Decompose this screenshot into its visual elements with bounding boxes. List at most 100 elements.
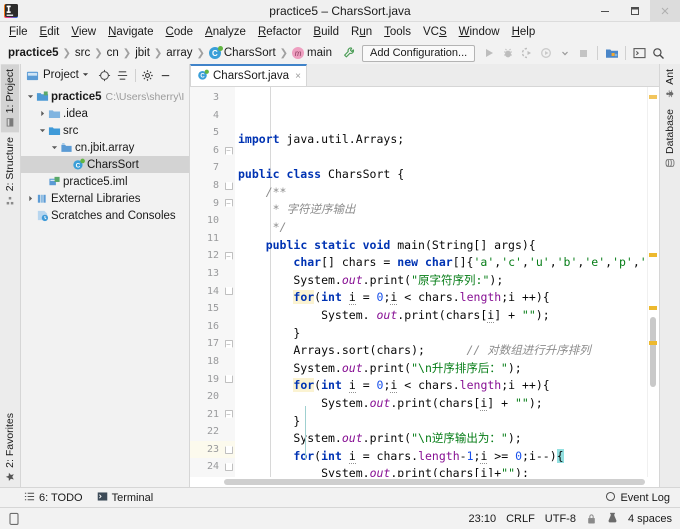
breadcrumb-src[interactable]: src (75, 47, 90, 59)
tree-row-iml[interactable]: practice5.iml (21, 173, 189, 190)
menu-help[interactable]: Help (506, 24, 542, 40)
marker-stripe[interactable] (647, 87, 659, 477)
tree-row-src[interactable]: src (21, 122, 189, 139)
fold-collapse-icon[interactable]: – (224, 252, 233, 261)
horizontal-scrollbar[interactable] (190, 477, 659, 487)
line-separator[interactable]: CRLF (506, 513, 535, 525)
stripe-marker[interactable] (649, 253, 657, 258)
code-line[interactable]: char[] chars = new char[]{'a','c','u','b… (235, 254, 647, 272)
close-icon[interactable]: × (295, 71, 301, 82)
build-wrench-icon[interactable] (342, 46, 356, 60)
fold-end-icon[interactable] (224, 287, 233, 296)
breadcrumb-cn[interactable]: cn (107, 47, 119, 59)
menu-view[interactable]: View (65, 24, 102, 40)
menu-refactor[interactable]: Refactor (252, 24, 307, 40)
fold-end-icon[interactable] (224, 463, 233, 472)
code-line[interactable]: } (235, 413, 647, 431)
fold-end-icon[interactable] (224, 445, 233, 454)
tree-row-package[interactable]: cn.jbit.array (21, 139, 189, 156)
breadcrumb-array[interactable]: array (166, 47, 192, 59)
minimize-button[interactable] (590, 0, 620, 21)
editor-tab-charssort[interactable]: C CharsSort.java × (190, 64, 307, 86)
fold-end-icon[interactable] (224, 181, 233, 190)
code-line[interactable]: public class CharsSort { (235, 166, 647, 184)
code-line[interactable]: import java.util.Arrays; (235, 131, 647, 149)
code-editor[interactable]: 3456789101112131415161718192021222324252… (190, 87, 659, 477)
fold-collapse-icon[interactable]: – (224, 146, 233, 155)
tree-row-scratches[interactable]: Scratches and Consoles (21, 207, 189, 224)
code-line[interactable]: System. out.print(chars[i] + ""); (235, 307, 647, 325)
menu-tools[interactable]: Tools (378, 24, 417, 40)
sidebar-tab-favorites[interactable]: 2: Favorites (1, 408, 19, 487)
run-icon[interactable] (480, 45, 497, 62)
code-line[interactable] (235, 149, 647, 167)
event-log-button[interactable]: Event Log (605, 491, 680, 505)
code-line[interactable]: System.out.print("\n升序排序后："); (235, 360, 647, 378)
menu-edit[interactable]: Edit (34, 24, 66, 40)
add-configuration-button[interactable]: Add Configuration... (361, 44, 476, 62)
chevron-down-icon[interactable] (37, 127, 48, 134)
breadcrumb-practice5[interactable]: practice5 (8, 47, 59, 59)
breadcrumb-charssort[interactable]: C CharsSort (208, 46, 276, 59)
stop-icon[interactable] (575, 45, 592, 62)
chevron-down-icon[interactable] (25, 93, 36, 100)
fold-gutter[interactable]: – – – – – (222, 87, 235, 477)
toolwindow-todo[interactable]: 6: TODO (24, 491, 83, 505)
close-button[interactable] (650, 0, 680, 21)
code-line[interactable]: for(int i = 0;i < chars.length;i ++){ (235, 289, 647, 307)
run-with-coverage-icon[interactable] (518, 45, 535, 62)
file-encoding[interactable]: UTF-8 (545, 513, 576, 525)
tree-row-practice5[interactable]: practice5 C:\Users\sherry\I (21, 88, 189, 105)
code-line[interactable]: System.out.print("原字符序列:"); (235, 272, 647, 290)
terminal-icon[interactable] (631, 45, 648, 62)
tree-row-external-libraries[interactable]: External Libraries (21, 190, 189, 207)
stripe-marker[interactable] (649, 341, 657, 346)
code-line[interactable]: System.out.print(chars[i]+""); (235, 465, 647, 477)
menu-analyze[interactable]: Analyze (199, 24, 252, 40)
menu-vcs[interactable]: VCS (417, 24, 453, 40)
fold-collapse-icon[interactable]: – (224, 410, 233, 419)
sidebar-tab-project[interactable]: 1: Project (1, 64, 19, 133)
search-icon[interactable] (650, 45, 667, 62)
code-line[interactable]: } (235, 325, 647, 343)
collapse-all-icon[interactable] (115, 67, 131, 83)
menu-window[interactable]: Window (453, 24, 506, 40)
locate-icon[interactable] (97, 67, 113, 83)
sidebar-tab-ant[interactable]: Ant (661, 64, 679, 104)
toolwindow-terminal[interactable]: Terminal (97, 491, 153, 505)
project-panel-title[interactable]: Project (24, 67, 89, 83)
code-line[interactable]: System.out.print(chars[i] + ""); (235, 395, 647, 413)
code-content[interactable]: import java.util.Arrays; public class Ch… (235, 87, 647, 477)
code-line[interactable]: */ (235, 219, 647, 237)
code-line[interactable]: for(int i = chars.length-1;i >= 0;i--){ (235, 448, 647, 466)
fold-collapse-icon[interactable]: – (224, 340, 233, 349)
inspection-icon[interactable] (607, 512, 618, 525)
tree-row-charssort[interactable]: C CharsSort (21, 156, 189, 173)
code-line[interactable]: * 字符逆序输出 (235, 201, 647, 219)
chevron-down-icon[interactable] (49, 144, 60, 151)
gear-icon[interactable] (140, 67, 156, 83)
menu-file[interactable]: File (3, 24, 34, 40)
code-line[interactable]: /** (235, 184, 647, 202)
debug-icon[interactable] (499, 45, 516, 62)
menu-code[interactable]: Code (160, 24, 200, 40)
code-line[interactable]: public static void main(String[] args){ (235, 237, 647, 255)
scrollbar-thumb[interactable] (650, 317, 656, 387)
code-line[interactable]: for(int i = 0;i < chars.length;i ++){ (235, 377, 647, 395)
menu-navigate[interactable]: Navigate (102, 24, 159, 40)
code-line[interactable]: Arrays.sort(chars); // 对数组进行升序排列 (235, 342, 647, 360)
caret-position[interactable]: 23:10 (469, 513, 497, 525)
sidebar-tab-structure[interactable]: 2: Structure (1, 132, 19, 210)
hide-panel-icon[interactable] (158, 67, 174, 83)
chevron-down-icon[interactable] (82, 69, 89, 81)
indent-setting[interactable]: 4 spaces (628, 513, 672, 525)
project-structure-icon[interactable] (603, 45, 620, 62)
stripe-marker[interactable] (649, 306, 657, 311)
lock-icon[interactable] (586, 513, 597, 525)
tree-row-idea[interactable]: .idea (21, 105, 189, 122)
breadcrumb-jbit[interactable]: jbit (135, 47, 150, 59)
chevron-right-icon[interactable] (25, 195, 36, 202)
fold-end-icon[interactable] (224, 375, 233, 384)
maximize-button[interactable] (620, 0, 650, 21)
chevron-right-icon[interactable] (37, 110, 48, 117)
